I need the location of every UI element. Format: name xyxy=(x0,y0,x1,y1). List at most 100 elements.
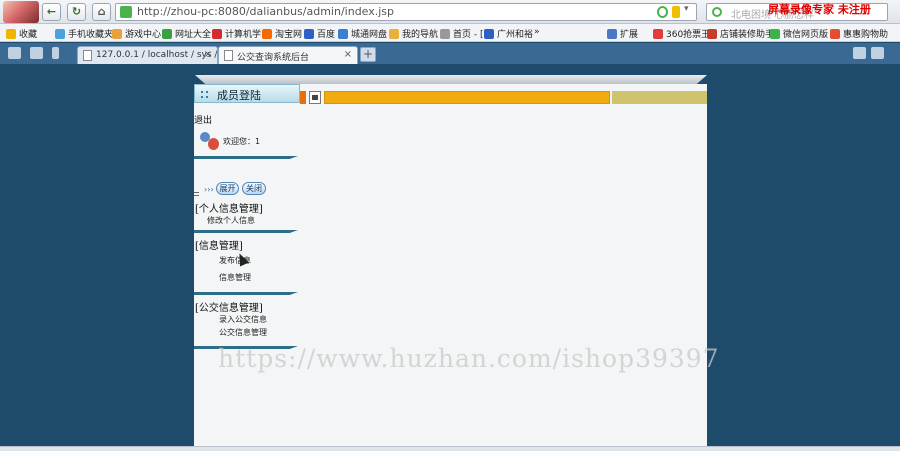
user-avatar[interactable] xyxy=(3,1,39,23)
browser-toolbar: ← ↻ ⌂ http://zhou-pc:8080/dalianbus/admi… xyxy=(0,0,900,24)
bookmark-item[interactable]: 收藏 xyxy=(6,27,37,40)
bookmark-label: 城通网盘 xyxy=(351,30,388,40)
bookmark-item[interactable]: 淘宝网 xyxy=(262,27,302,40)
header-strip xyxy=(195,75,707,84)
recorder-watermark: 屏幕录像专家 未注册 xyxy=(768,3,871,16)
new-tab-button[interactable]: + xyxy=(360,47,376,62)
secure-shield-icon xyxy=(120,6,132,18)
menu-item-edit-profile[interactable]: 修改个人信息 xyxy=(207,215,255,226)
welcome-text: 欢迎您：1 xyxy=(223,137,261,146)
arrows-icon: ››› xyxy=(204,185,214,194)
status-bar xyxy=(0,446,900,451)
extensions-icon xyxy=(607,28,617,39)
divider xyxy=(194,230,298,233)
page-icon xyxy=(440,28,450,39)
bookmark-item[interactable]: 广州和裕 xyxy=(484,27,533,40)
logout-link[interactable]: 退出 xyxy=(194,113,212,126)
group-title-personal[interactable]: [个人信息管理] xyxy=(195,200,263,215)
tab-bus-admin[interactable]: 公交查询系统后台 × xyxy=(218,46,358,64)
sidebar-toggle-icon[interactable] xyxy=(8,47,21,59)
bookmark-label: 店铺装修助手 xyxy=(720,30,775,40)
bookmark-label: 惠惠购物助 xyxy=(843,30,889,40)
bookmark-label: 手机收藏夹 xyxy=(68,30,114,40)
book-icon xyxy=(212,28,222,39)
bookmarks-bar: 收藏 手机收藏夹 游戏中心 网址大全 计算机学 淘宝网 百度 城通网盘 我的导航… xyxy=(0,24,900,42)
bookmark-label: 网址大全 xyxy=(175,30,212,40)
refresh-button[interactable]: ↻ xyxy=(67,3,86,21)
wechat-icon xyxy=(770,28,780,39)
cloud-icon xyxy=(338,28,348,39)
sidebar-title: 成员登陆 xyxy=(217,89,261,102)
bookmark-item[interactable]: 店铺装修助手 xyxy=(707,27,774,40)
undo-icon[interactable] xyxy=(871,47,884,59)
page-icon xyxy=(83,50,92,61)
game-icon xyxy=(112,28,122,39)
more-bookmarks-button[interactable]: » xyxy=(534,27,540,37)
bookmark-item[interactable]: 扩展 xyxy=(607,27,638,40)
menu-toggle-icon[interactable] xyxy=(194,192,199,196)
baidu-icon xyxy=(304,28,314,39)
bookmark-label: 微信网页版 xyxy=(783,30,829,40)
bookmark-item[interactable]: 城通网盘 xyxy=(338,27,387,40)
content-bar-start xyxy=(300,91,306,104)
bookmark-label: 收藏 xyxy=(19,30,38,40)
home-button[interactable]: ⌂ xyxy=(92,3,111,21)
close-tab-icon[interactable]: × xyxy=(344,49,352,60)
page-viewport: 成员登陆 退出 欢迎您：1 ››› 展开 关闭 [个人信息管理] 修改个人信息 … xyxy=(0,64,900,446)
bookmark-item[interactable]: 惠惠购物助 xyxy=(830,27,888,40)
menu-item-add-bus[interactable]: 录入公交信息 xyxy=(219,314,267,325)
bookmark-item[interactable]: 手机收藏夹 xyxy=(55,27,113,40)
ticket-icon xyxy=(653,28,663,39)
expand-button[interactable]: 展开 xyxy=(216,182,239,195)
divider xyxy=(194,156,298,159)
lightning-icon[interactable] xyxy=(672,6,680,18)
sidebar-header: 成员登陆 xyxy=(194,84,300,103)
bookmark-label: 广州和裕 xyxy=(497,30,534,40)
bookmark-item[interactable]: 首页 - [ xyxy=(440,27,483,40)
close-button[interactable]: 关闭 xyxy=(242,182,266,195)
bookmark-label: 我的导航 xyxy=(402,30,439,40)
taobao-icon xyxy=(262,28,272,39)
bookmark-label: 百度 xyxy=(317,30,336,40)
watermark-url: https://www.huzhan.com/ishop39397 xyxy=(218,344,720,373)
document-icon xyxy=(309,91,321,104)
dropdown-arrow-icon[interactable]: ▾ xyxy=(684,4,695,16)
bookmark-item[interactable]: 计算机学 xyxy=(212,27,261,40)
bookmark-label: 计算机学 xyxy=(225,30,262,40)
bookmark-label: 360抢票王 xyxy=(666,30,711,40)
back-button[interactable]: ← xyxy=(42,3,61,21)
content-bar-end xyxy=(612,91,707,104)
close-tab-icon[interactable]: × xyxy=(204,49,212,60)
folder-icon xyxy=(389,28,399,39)
bookmark-label: 首页 - [ xyxy=(453,30,484,40)
tab-phpmyadmin[interactable]: 127.0.0.1 / localhost / sys / × xyxy=(77,46,218,64)
group-title-bus[interactable]: [公交信息管理] xyxy=(195,299,263,314)
group-title-info[interactable]: [信息管理] xyxy=(195,237,243,252)
window-restore-icon[interactable] xyxy=(853,47,866,59)
address-url[interactable]: http://zhou-pc:8080/dalianbus/admin/inde… xyxy=(137,5,394,18)
users-icon xyxy=(200,132,219,151)
bookmark-item[interactable]: 网址大全 xyxy=(162,27,211,40)
bookmark-item[interactable]: 微信网页版 xyxy=(770,27,828,40)
menu-item-bus-manage[interactable]: 公交信息管理 xyxy=(219,327,267,338)
address-bar[interactable]: http://zhou-pc:8080/dalianbus/admin/inde… xyxy=(115,3,697,21)
page-status-icon[interactable] xyxy=(657,6,668,18)
bookmark-item[interactable]: 我的导航 xyxy=(389,27,438,40)
cloud-icon[interactable] xyxy=(30,47,43,59)
bookmark-label: 淘宝网 xyxy=(275,30,303,40)
page-icon xyxy=(224,50,233,61)
device-icon[interactable] xyxy=(52,47,59,59)
content-bar xyxy=(324,91,610,104)
tab-label: 公交查询系统后台 xyxy=(237,53,310,63)
tab-bar: 127.0.0.1 / localhost / sys / × 公交查询系统后台… xyxy=(0,43,900,64)
bookmark-item[interactable]: 游戏中心 xyxy=(112,27,161,40)
search-engine-icon xyxy=(712,7,722,17)
bookmark-item[interactable]: 360抢票王 xyxy=(653,27,710,40)
divider xyxy=(194,292,298,295)
phone-icon xyxy=(55,28,65,39)
bookmark-label: » xyxy=(534,27,540,37)
sidebar: 成员登陆 退出 欢迎您：1 ››› 展开 关闭 [个人信息管理] 修改个人信息 … xyxy=(194,84,300,446)
menu-item-info-manage[interactable]: 信息管理 xyxy=(219,272,251,283)
grip-icon xyxy=(201,91,208,98)
bookmark-item[interactable]: 百度 xyxy=(304,27,335,40)
